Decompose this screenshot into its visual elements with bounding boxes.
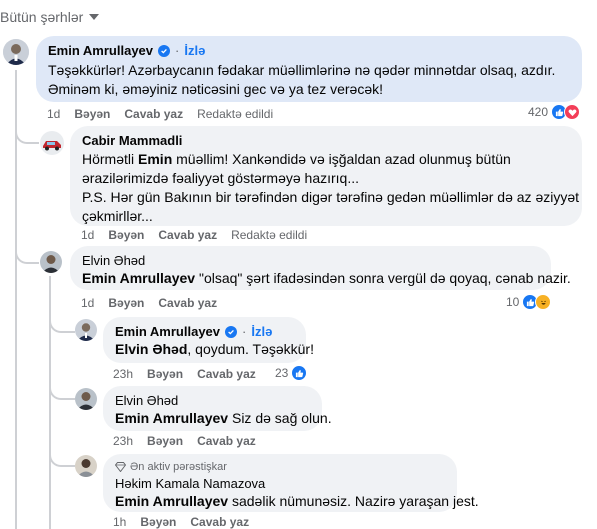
mention[interactable]: Emin Amrullayev (82, 270, 195, 286)
mention[interactable]: Elvin Əhəd (115, 341, 187, 357)
mention[interactable]: Emin (138, 151, 172, 167)
follow-link[interactable]: İzlə (251, 324, 272, 339)
comment-author[interactable]: Elvin Əhəd (115, 393, 178, 408)
like-action[interactable]: Bəyən (108, 296, 144, 310)
comment-bubble: Emin Amrullayev · İzlə Təşəkkürlər! Azər… (36, 36, 582, 102)
comment-bubble: Elvin Əhəd Emin Amrullayev "olsaq" şərt … (70, 246, 571, 290)
comment-text-line: Əminəm ki, əməyiniz nəticəsini gec və ya… (48, 81, 383, 97)
reaction-count: 10 (506, 295, 520, 309)
reaction-count: 420 (528, 105, 549, 119)
comment-text-line: Emin Amrullayev sadəlik nümunəsiz. Nazir… (115, 493, 479, 509)
reaction-summary[interactable]: 420 (528, 104, 581, 120)
like-action[interactable]: Bəyən (74, 107, 110, 121)
caret-down-icon (89, 14, 100, 20)
comment-text-line: Hörmətli Emin müəllim! Xankəndidə və işğ… (82, 151, 511, 167)
thread-connector (15, 120, 39, 144)
sort-label: Bütün şərhlər (0, 9, 84, 25)
comment-text-line: Emin Amrullayev Siz də sağ olun. (115, 410, 332, 426)
reply-action[interactable]: Cavab yaz (158, 296, 217, 310)
edited-label: Redaktə edildi (231, 228, 308, 242)
reaction-count: 23 (275, 366, 289, 380)
comment-author[interactable]: Emin Amrullayev (115, 324, 220, 339)
mention[interactable]: Emin Amrullayev (115, 493, 228, 509)
comment-author[interactable]: Emin Amrullayev (48, 43, 153, 58)
avatar[interactable] (75, 319, 97, 341)
reply-action[interactable]: Cavab yaz (197, 367, 256, 381)
comment-text-line: Emin Amrullayev "olsaq" şərt ifadəsindən… (82, 270, 571, 286)
sort-dropdown[interactable]: Bütün şərhlər (0, 9, 100, 25)
thread-connector (49, 311, 75, 333)
haha-reaction-icon (535, 294, 552, 310)
thread-connector (49, 378, 75, 400)
separator-dot: · (175, 43, 180, 58)
comment-author[interactable]: Cabir Mammadli (82, 133, 182, 148)
reply-action[interactable]: Cavab yaz (158, 228, 217, 242)
like-action[interactable]: Bəyən (140, 515, 176, 529)
reaction-summary[interactable]: 23 (275, 365, 308, 381)
like-action[interactable]: Bəyən (147, 434, 183, 448)
comment-text-line: ərazilərimizdə fəaliyyət göstərməyə hazı… (82, 170, 359, 186)
avatar[interactable] (40, 131, 64, 155)
follow-link[interactable]: İzlə (184, 43, 205, 58)
mention[interactable]: Emin Amrullayev (115, 410, 228, 426)
verified-badge-icon (158, 44, 171, 57)
comment-bubble: Ən aktiv pərəstişkar Həkim Kamala Namazo… (103, 454, 479, 512)
reply-action[interactable]: Cavab yaz (124, 107, 183, 121)
like-reaction-icon (291, 365, 308, 381)
like-action[interactable]: Bəyən (147, 367, 183, 381)
comment-time[interactable]: 1d (47, 107, 60, 121)
comment-author[interactable]: Həkim Kamala Namazova (115, 476, 265, 491)
love-reaction-icon (564, 104, 581, 120)
comment-text-line: Elvin Əhəd, qoydum. Təşəkkür! (115, 341, 314, 357)
comment-author[interactable]: Elvin Əhəd (82, 253, 145, 268)
diamond-icon (115, 462, 126, 472)
top-fan-badge: Ən aktiv pərəstişkar (115, 461, 445, 473)
reply-action[interactable]: Cavab yaz (190, 515, 249, 529)
avatar[interactable] (40, 251, 62, 273)
comment-time[interactable]: 1h (113, 515, 126, 529)
comment-bubble: Elvin Əhəd Emin Amrullayev Siz də sağ ol… (103, 386, 332, 431)
avatar[interactable] (75, 455, 97, 477)
reaction-summary[interactable]: 10 (506, 294, 552, 310)
comment-time[interactable]: 1d (81, 228, 94, 242)
comment-bubble: Emin Amrullayev · İzlə Elvin Əhəd, qoydu… (103, 317, 314, 363)
thread-connector (15, 242, 39, 264)
like-action[interactable]: Bəyən (108, 228, 144, 242)
comment-text-line: P.S. Hər gün Bakının bir tərəfindən digə… (82, 189, 580, 205)
thread-connector (49, 445, 75, 467)
separator-dot: · (242, 324, 247, 339)
avatar[interactable] (75, 388, 97, 410)
comment-time[interactable]: 1d (81, 296, 94, 310)
reply-action[interactable]: Cavab yaz (197, 434, 256, 448)
comment-text-line: çəkmirllər... (82, 208, 153, 224)
comment-time[interactable]: 23h (113, 434, 133, 448)
edited-label: Redaktə edildi (197, 107, 274, 121)
avatar[interactable] (3, 39, 29, 65)
comment-bubble: Cabir Mammadli Hörmətli Emin müəllim! Xa… (70, 126, 582, 226)
verified-badge-icon (225, 325, 238, 338)
comment-time[interactable]: 23h (113, 367, 133, 381)
badge-label: Ən aktiv pərəstişkar (130, 461, 227, 473)
comment-text-line: Təşəkkürlər! Azərbaycanın fədakar müəlli… (48, 62, 556, 78)
